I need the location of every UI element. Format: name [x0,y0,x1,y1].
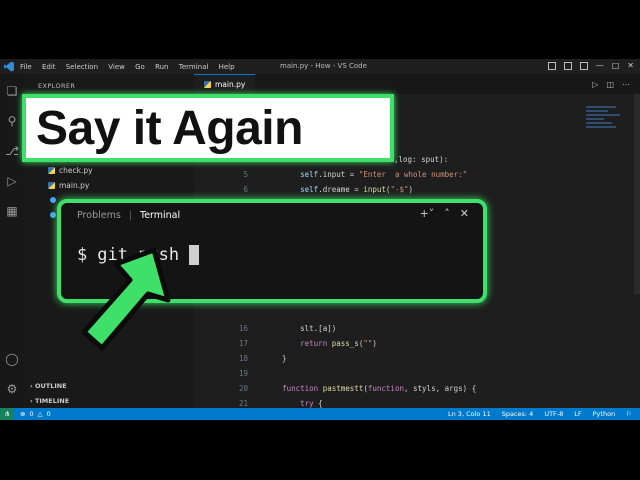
code-fragment: ,log: sput): [394,155,449,164]
headline-text: Say it Again [36,101,303,155]
python-file-icon [204,81,211,88]
pointer-arrow-icon [81,247,171,351]
editor-scrollbar[interactable] [634,94,640,294]
timeline-label: TIMELINE [34,397,70,405]
extensions-icon[interactable]: ▦ [5,204,19,218]
maximize-icon[interactable]: □ [612,61,620,70]
menu-help[interactable]: Help [219,63,235,71]
file-main-py[interactable]: main.py [48,181,89,190]
split-editor-icon[interactable]: ◫ [606,80,614,89]
error-icon: ⊗ [20,410,26,418]
window-title: main.py - How - VS Code [280,62,367,70]
code-line: try { [300,399,323,408]
menu-edit[interactable]: Edit [42,63,56,71]
line-number: 19 [238,369,248,378]
window-controls: — □ ✕ [547,61,634,70]
code-line: self.dreame = input("-$") [300,185,414,194]
terminal-tabs: Problems | Terminal [77,210,180,221]
code-line: self.input = "Enter a whole number:" [300,170,468,179]
editor-tab-bar [194,74,640,94]
file-label: main.py [59,181,90,190]
python-file-icon [48,182,55,189]
warning-icon: △ [37,410,43,418]
menu-selection[interactable]: Selection [66,63,98,71]
tab-label: main.py [215,80,246,89]
file-label: check.py [59,166,93,175]
menu-bar: File Edit Selection View Go Run Terminal… [20,63,243,71]
more-actions-icon[interactable]: ⋯ [622,80,630,89]
run-file-icon[interactable]: ▷ [592,80,598,89]
line-number: 5 [243,170,248,179]
top-letterbox [0,0,640,59]
file-status-icon [50,197,56,203]
line-number: 6 [243,185,248,194]
line-number: 20 [238,384,248,393]
cursor-position[interactable]: Ln 3, Colo 11 [448,410,491,418]
account-icon[interactable]: ◯ [5,352,19,366]
minimap[interactable] [586,106,626,156]
menu-go[interactable]: Go [135,63,145,71]
search-icon[interactable]: ⚲ [5,114,19,128]
outline-section[interactable]: › OUTLINE [30,382,67,390]
line-number: 21 [238,399,248,408]
remote-icon[interactable]: ⋔ [0,408,14,420]
new-terminal-icon[interactable]: +˅ [420,207,435,220]
explorer-title: EXPLORER [38,82,76,90]
error-count: 0 [29,410,34,418]
code-line: function pastmestt(function, styls, args… [282,384,477,393]
menu-run[interactable]: Run [155,63,168,71]
notifications-bell-icon[interactable]: ⚐ [626,410,632,418]
title-bar: File Edit Selection View Go Run Terminal… [0,59,640,74]
activity-bar: ❏ ⚲ ⎇ ▷ ▦ ◯ ⚙ [0,74,24,408]
settings-gear-icon[interactable]: ⚙ [5,382,19,396]
indentation[interactable]: Spaces: 4 [502,410,534,418]
language-mode[interactable]: Python [593,410,616,418]
file-status-icon [50,212,56,218]
bottom-letterbox [0,420,640,480]
code-line: return pass_s("") [300,339,377,348]
panel-toggle-icon[interactable] [563,62,572,70]
menu-view[interactable]: View [108,63,125,71]
code-line: } [264,354,287,363]
vscode-logo-icon [4,61,14,72]
sidebar-toggle-icon[interactable] [579,62,588,70]
status-bar: ⋔ ⊗ 0 △ 0 Ln 3, Colo 11 Spaces: 4 UTF-8 … [0,408,640,420]
terminal-controls: +˅ ˄ ✕ [420,207,469,220]
line-number: 18 [238,354,248,363]
tab-separator: | [128,210,132,221]
problems-indicator[interactable]: ⊗ 0 △ 0 [20,410,51,418]
line-number: 17 [238,339,248,348]
outline-label: OUTLINE [34,382,67,390]
close-window-icon[interactable]: ✕ [627,61,634,70]
menu-file[interactable]: File [20,63,32,71]
python-file-icon [48,167,55,174]
file-check-py[interactable]: check.py [48,166,93,175]
layout-icon[interactable] [547,62,556,70]
headline-banner: Say it Again [22,94,394,162]
editor-tab-main-py[interactable]: main.py [194,74,256,94]
code-line: slt.[a]) [264,324,337,333]
line-number: 16 [238,324,248,333]
menu-terminal[interactable]: Terminal [179,63,209,71]
encoding[interactable]: UTF-8 [544,410,563,418]
warning-count: 0 [46,410,51,418]
close-panel-icon[interactable]: ✕ [460,207,469,220]
tab-terminal[interactable]: Terminal [140,210,180,221]
line-ending[interactable]: LF [574,410,581,418]
run-debug-icon[interactable]: ▷ [5,174,19,188]
timeline-section[interactable]: › TIMELINE [30,397,69,405]
minimize-icon[interactable]: — [596,61,604,70]
maximize-panel-icon[interactable]: ˄ [444,207,450,220]
editor-actions: ▷ ◫ ⋯ [592,80,630,89]
tab-problems[interactable]: Problems [77,210,121,221]
explorer-icon[interactable]: ❏ [5,84,19,98]
source-control-icon[interactable]: ⎇ [5,144,19,158]
status-right: Ln 3, Colo 11 Spaces: 4 UTF-8 LF Python … [448,410,632,418]
